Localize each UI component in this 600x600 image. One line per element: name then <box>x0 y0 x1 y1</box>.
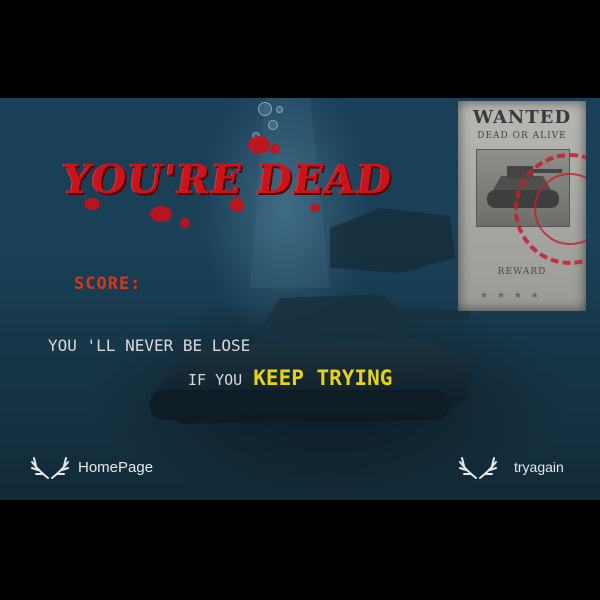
game-over-screen: YOU'RE DEAD SCORE: YOU 'LL NEVER BE LOSE… <box>0 98 600 500</box>
antler-icon <box>31 457 69 479</box>
blood-splatter <box>270 144 280 154</box>
motivation-prefix: IF YOU <box>188 371 243 389</box>
antler-icon <box>459 457 497 479</box>
motivation-line-1: YOU 'LL NEVER BE LOSE <box>48 336 251 355</box>
motivation-highlight: KEEP TRYING <box>253 366 393 390</box>
bubble <box>268 120 278 130</box>
bubble <box>258 102 272 116</box>
wanted-poster: WANTED DEAD OR ALIVE REWARD ★ ★ ★ ★ <box>458 101 586 311</box>
game-over-title: YOU'RE DEAD <box>58 156 396 203</box>
blood-splatter <box>248 136 270 154</box>
bubble <box>276 106 283 113</box>
poster-stars-decoration: ★ ★ ★ ★ <box>480 291 542 301</box>
try-again-button[interactable]: tryagain <box>456 454 564 480</box>
poster-heading: WANTED <box>472 107 572 128</box>
score-label: SCORE: <box>74 274 142 294</box>
blood-splatter <box>180 218 190 228</box>
motivation-line-2: IF YOU KEEP TRYING <box>188 366 392 390</box>
blood-splatter <box>310 204 320 212</box>
homepage-button[interactable]: HomePage <box>28 454 153 480</box>
try-again-label: tryagain <box>514 459 564 475</box>
homepage-label: HomePage <box>78 458 154 476</box>
poster-subheading: DEAD OR ALIVE <box>477 131 567 141</box>
blood-splatter <box>150 206 172 222</box>
poster-reward: REWARD <box>497 267 547 277</box>
